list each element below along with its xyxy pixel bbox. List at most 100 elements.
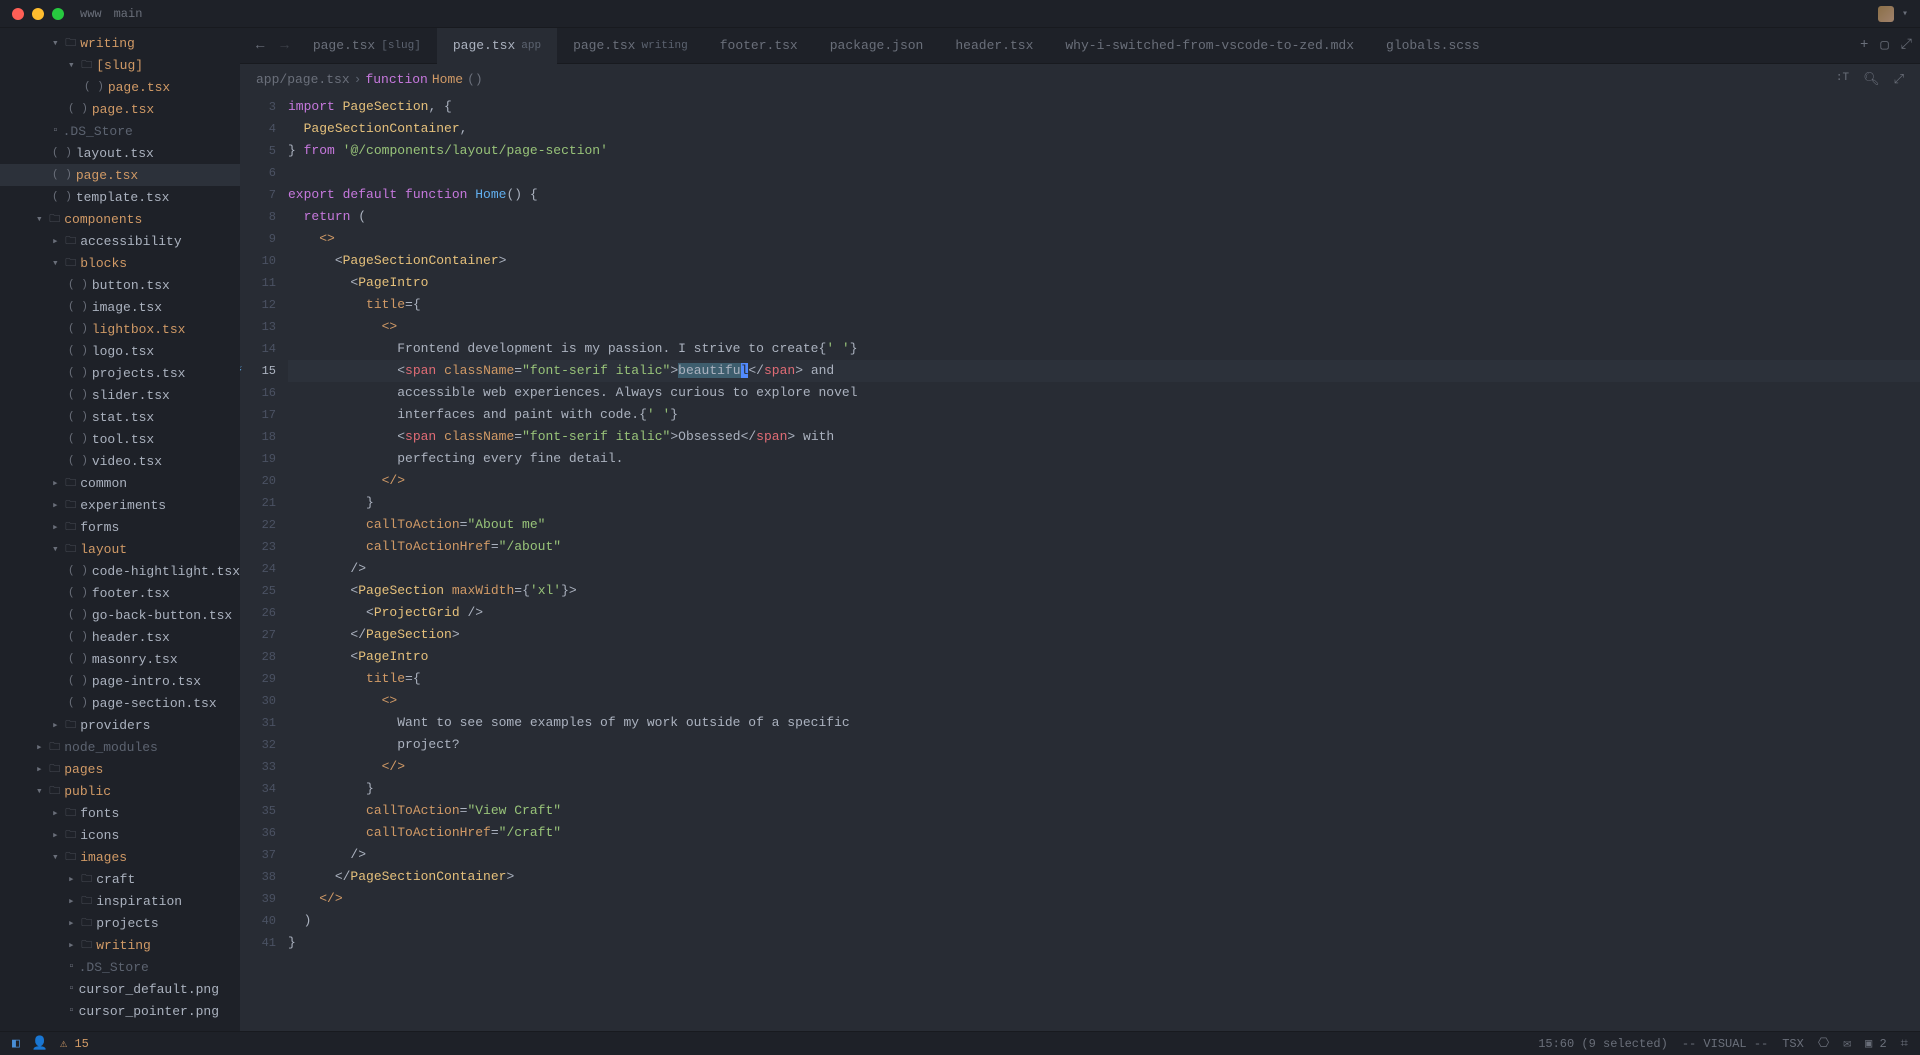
notifications-icon[interactable]: ▣ 2 [1865,1036,1887,1051]
chevron-down-icon[interactable]: ▾ [1902,8,1908,20]
code-line[interactable]: /> [288,558,1920,580]
tree-item[interactable]: ( )page-section.tsx [0,692,240,714]
tree-item[interactable]: ( )logo.tsx [0,340,240,362]
tree-item[interactable]: ▸ 🗀accessibility [0,230,240,252]
code-line[interactable]: Want to see some examples of my work out… [288,712,1920,734]
tree-item[interactable]: ▫cursor_default.png [0,978,240,1000]
tree-item[interactable]: ▾ 🗀blocks [0,252,240,274]
tab[interactable]: why-i-switched-from-vscode-to-zed.mdx [1049,28,1370,64]
code-line[interactable]: ) [288,910,1920,932]
tab[interactable]: footer.tsx [704,28,814,64]
tree-item[interactable]: ▸ 🗀forms [0,516,240,538]
tab[interactable]: page.tsx[slug] [297,28,437,64]
tab[interactable]: package.json [814,28,940,64]
minimize-button[interactable] [32,8,44,20]
tree-item[interactable]: ▸ 🗀experiments [0,494,240,516]
code-line[interactable]: Frontend development is my passion. I st… [288,338,1920,360]
tree-item[interactable]: ( )video.tsx [0,450,240,472]
code-line[interactable]: } [288,778,1920,800]
code-line[interactable]: accessible web experiences. Always curio… [288,382,1920,404]
expand-icon[interactable]: ⤢ [1901,37,1912,54]
tree-item[interactable]: ( )template.tsx [0,186,240,208]
code-line[interactable]: title={ [288,668,1920,690]
code-line[interactable] [288,162,1920,184]
tree-item[interactable]: ▫.DS_Store [0,120,240,142]
tree-item[interactable]: ( )stat.tsx [0,406,240,428]
tab[interactable]: globals.scss [1370,28,1496,64]
tree-item[interactable]: ( )lightbox.tsx [0,318,240,340]
tree-item[interactable]: ( )tool.tsx [0,428,240,450]
tree-item[interactable]: ( )projects.tsx [0,362,240,384]
code-line[interactable]: <PageSection maxWidth={'xl'}> [288,580,1920,602]
avatar[interactable] [1878,6,1894,22]
tree-item[interactable]: ▾ 🗀writing [0,32,240,54]
breadcrumb-fn-name[interactable]: Home [432,72,463,87]
cursor-position[interactable]: 15:60 (9 selected) [1538,1037,1668,1051]
code-line[interactable]: export default function Home() { [288,184,1920,206]
tree-item[interactable]: ▫cursor_pointer.png [0,1000,240,1022]
code-line[interactable]: <> [288,228,1920,250]
code-line[interactable]: callToAction="View Craft" [288,800,1920,822]
tree-item[interactable]: ( )page-intro.tsx [0,670,240,692]
search-icon[interactable]: 🔍︎ [1863,72,1880,87]
tree-item[interactable]: ▸ 🗀writing [0,934,240,956]
code-line[interactable]: } [288,492,1920,514]
maximize-icon[interactable]: ⤢ [1894,72,1904,87]
tree-item[interactable]: ( )go-back-button.tsx [0,604,240,626]
tree-item[interactable]: ▸ 🗀craft [0,868,240,890]
code-line[interactable]: <ProjectGrid /> [288,602,1920,624]
tree-item[interactable]: ▾ 🗀public [0,780,240,802]
split-icon[interactable]: ▢ [1880,37,1888,54]
tree-item[interactable]: ( )header.tsx [0,626,240,648]
tree-item[interactable]: ▸ 🗀node_modules [0,736,240,758]
tree-item[interactable]: ( )masonry.tsx [0,648,240,670]
code-line[interactable]: } [288,932,1920,954]
code-line[interactable]: perfecting every fine detail. [288,448,1920,470]
tree-item[interactable]: ▸ 🗀common [0,472,240,494]
code-content[interactable]: import PageSection, { PageSectionContain… [288,94,1920,1031]
tree-item[interactable]: ▾ 🗀[slug] [0,54,240,76]
collab-icon[interactable]: 👤 [32,1036,48,1051]
code-line[interactable]: <span className="font-serif italic">Obse… [288,426,1920,448]
code-line[interactable]: title={ [288,294,1920,316]
tree-item[interactable]: ▸ 🗀providers [0,714,240,736]
new-tab-icon[interactable]: + [1860,37,1868,54]
code-line[interactable]: import PageSection, { [288,96,1920,118]
code-line[interactable]: callToActionHref="/about" [288,536,1920,558]
tree-item[interactable]: ( )button.tsx [0,274,240,296]
code-line[interactable]: return ( [288,206,1920,228]
language-mode[interactable]: TSX [1782,1037,1804,1051]
tree-item[interactable]: ( )page.tsx [0,164,240,186]
feedback-icon[interactable]: ✉ [1843,1036,1851,1051]
tree-item[interactable]: ( )page.tsx [0,76,240,98]
code-line[interactable]: <span className="font-serif italic">beau… [288,360,1920,382]
tree-item[interactable]: ▾ 🗀layout [0,538,240,560]
code-line[interactable]: <PageIntro [288,272,1920,294]
file-explorer[interactable]: ▾ 🗀writing▾ 🗀[slug]( )page.tsx( )page.ts… [0,28,240,1031]
tree-item[interactable]: ( )footer.tsx [0,582,240,604]
maximize-button[interactable] [52,8,64,20]
nav-back-icon[interactable]: ← [248,38,272,54]
diagnostics-warning[interactable]: ⚠ 15 [60,1036,89,1051]
tree-item[interactable]: ( )image.tsx [0,296,240,318]
tree-item[interactable]: ( )code-hightlight.tsx [0,560,240,582]
tab[interactable]: header.tsx [939,28,1049,64]
code-line[interactable]: <> [288,316,1920,338]
code-line[interactable]: <PageIntro [288,646,1920,668]
tree-item[interactable]: ▸ 🗀icons [0,824,240,846]
tree-item[interactable]: ( )layout.tsx [0,142,240,164]
close-button[interactable] [12,8,24,20]
tab[interactable]: page.tsxwriting [557,28,704,64]
tree-item[interactable]: ▸ 🗀inspiration [0,890,240,912]
tree-item[interactable]: ( )page.tsx [0,98,240,120]
breadcrumb-path[interactable]: app/page.tsx [256,72,350,87]
code-line[interactable]: PageSectionContainer, [288,118,1920,140]
tree-item[interactable]: ( )slider.tsx [0,384,240,406]
branch-name[interactable]: main [114,7,143,21]
panel-icon[interactable]: ◧ [12,1036,20,1051]
code-line[interactable]: project? [288,734,1920,756]
code-line[interactable]: } from '@/components/layout/page-section… [288,140,1920,162]
inlay-hints-icon[interactable]: :T [1836,72,1849,87]
nav-forward-icon[interactable]: → [272,38,296,54]
code-line[interactable]: /> [288,844,1920,866]
